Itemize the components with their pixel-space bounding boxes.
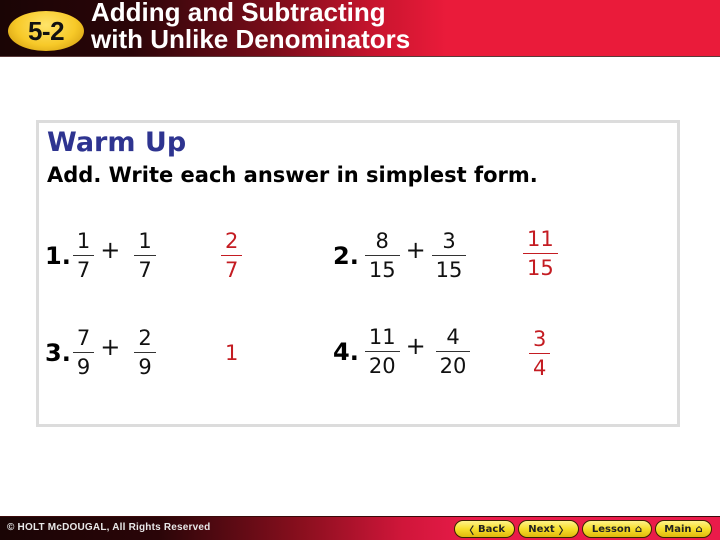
denominator: 20 <box>368 354 396 378</box>
numerator: 2 <box>138 326 152 350</box>
denominator: 4 <box>533 356 547 380</box>
numerator: 11 <box>368 325 396 349</box>
fraction-bar <box>134 352 156 353</box>
slide-header: 5-2 Adding and Subtracting with Unlike D… <box>0 0 720 57</box>
problem-number: 4. <box>333 337 359 366</box>
plus-operator: + <box>405 331 426 360</box>
problem-number: 1. <box>45 241 71 270</box>
fraction-a: 8 15 <box>364 229 400 282</box>
denominator: 7 <box>138 258 152 282</box>
denominator: 15 <box>527 256 554 280</box>
copyright-text: © HOLT McDOUGAL, All Rights Reserved <box>7 522 211 533</box>
numerator: 3 <box>442 229 456 253</box>
numerator: 1 <box>76 229 91 253</box>
fraction-b: 4 20 <box>435 325 471 378</box>
numerator: 7 <box>76 326 91 350</box>
warm-up-heading: Warm Up <box>47 127 187 158</box>
denominator: 7 <box>76 258 91 282</box>
problem-4: 4. 11 20 + 4 20 <box>333 325 471 378</box>
next-button[interactable]: Next 〉 <box>518 520 579 538</box>
fraction-bar <box>72 255 95 256</box>
denominator: 15 <box>435 258 463 282</box>
fraction-bar <box>529 353 551 354</box>
answer-4: 3 4 <box>529 327 551 380</box>
fraction-bar <box>72 352 95 353</box>
slide-footer: © HOLT McDOUGAL, All Rights Reserved 〈 B… <box>0 516 720 540</box>
plus-operator: + <box>100 332 121 361</box>
problem-2: 2. 8 15 + 3 15 <box>333 229 467 282</box>
fraction-bar <box>435 351 471 352</box>
fraction-a: 7 9 <box>72 326 95 379</box>
answer-fraction: 11 15 <box>523 227 558 280</box>
lesson-label: Lesson <box>591 523 631 535</box>
fraction-bar <box>523 253 558 254</box>
denominator: 20 <box>439 354 467 378</box>
problem-number: 2. <box>333 241 359 270</box>
home-icon: ⌂ <box>695 523 703 535</box>
answer-2: 11 15 <box>523 227 558 280</box>
numerator: 4 <box>446 325 460 349</box>
main-label: Main <box>664 523 692 535</box>
fraction-b: 2 9 <box>134 326 156 379</box>
back-button[interactable]: 〈 Back <box>454 520 515 538</box>
answer-1: 2 7 <box>221 229 243 282</box>
answer-whole-number: 1 <box>225 341 239 365</box>
answer-fraction: 2 7 <box>221 229 243 282</box>
lesson-title-line1: Adding and Subtracting <box>91 0 386 27</box>
answer-3: 1 <box>225 341 238 365</box>
main-button[interactable]: Main ⌂ <box>655 520 712 538</box>
numerator: 1 <box>138 229 152 253</box>
navigation-buttons: 〈 Back Next 〉 Lesson ⌂ Main ⌂ <box>454 520 712 538</box>
next-label: Next <box>528 523 555 535</box>
problem-number: 3. <box>45 338 71 367</box>
plus-operator: + <box>100 235 121 264</box>
fraction-bar <box>364 255 400 256</box>
chevron-right-icon: 〉 <box>558 525 569 537</box>
denominator: 7 <box>225 258 239 282</box>
home-icon: ⌂ <box>634 523 643 535</box>
answer-fraction: 3 4 <box>529 327 551 380</box>
lesson-number-badge: 5-2 <box>8 11 84 51</box>
denominator: 9 <box>76 355 91 379</box>
fraction-bar <box>431 255 467 256</box>
numerator: 8 <box>375 229 389 253</box>
chevron-left-icon: 〈 <box>464 525 475 537</box>
numerator: 2 <box>225 229 239 253</box>
numerator: 3 <box>533 327 547 351</box>
lesson-number: 5-2 <box>27 15 65 46</box>
instruction-text: Add. Write each answer in simplest form. <box>47 163 538 187</box>
denominator: 15 <box>368 258 396 282</box>
fraction-bar <box>221 255 243 256</box>
fraction-a: 11 20 <box>364 325 400 378</box>
numerator: 11 <box>527 227 554 251</box>
warm-up-box: Warm Up Add. Write each answer in simple… <box>36 120 680 427</box>
fraction-b: 1 7 <box>134 229 156 282</box>
fraction-a: 1 7 <box>72 229 95 282</box>
lesson-title: Adding and Subtracting with Unlike Denom… <box>91 0 410 53</box>
lesson-button[interactable]: Lesson ⌂ <box>582 520 652 538</box>
fraction-b: 3 15 <box>431 229 467 282</box>
problem-3: 3. 7 9 + 2 9 <box>45 326 156 379</box>
problem-1: 1. 1 7 + 1 7 <box>45 229 156 282</box>
plus-operator: + <box>405 235 426 264</box>
denominator: 9 <box>138 355 152 379</box>
fraction-bar <box>134 255 156 256</box>
back-label: Back <box>478 523 505 535</box>
lesson-title-line2: with Unlike Denominators <box>91 24 411 54</box>
fraction-bar <box>364 351 400 352</box>
